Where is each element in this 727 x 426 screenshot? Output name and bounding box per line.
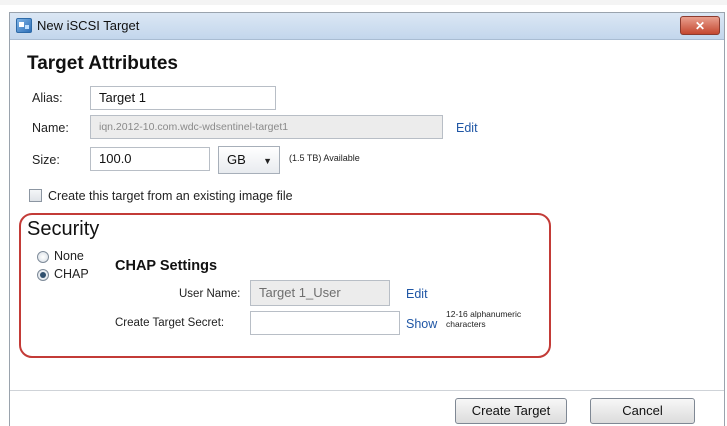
title-bar[interactable]: New iSCSI Target ✕ — [10, 13, 724, 40]
size-input[interactable]: 100.0 — [90, 147, 210, 171]
name-field: iqn.2012-10.com.wdc-wdsentinel-target1 — [90, 115, 443, 139]
show-secret-link[interactable]: Show — [406, 317, 437, 331]
radio-none-label: None — [54, 249, 84, 263]
app-icon — [16, 18, 32, 33]
page-top-edge — [0, 0, 727, 5]
close-button[interactable]: ✕ — [680, 16, 720, 35]
radio-none[interactable] — [37, 251, 49, 263]
alias-label: Alias: — [32, 91, 63, 105]
create-target-button[interactable]: Create Target — [455, 398, 567, 424]
name-label: Name: — [32, 121, 69, 135]
from-image-label: Create this target from an existing imag… — [48, 189, 293, 203]
target-secret-label: Create Target Secret: — [115, 317, 225, 329]
target-attributes-heading: Target Attributes — [27, 53, 178, 74]
footer-divider — [10, 390, 724, 391]
window-title: New iSCSI Target — [37, 18, 140, 33]
alias-input[interactable]: Target 1 — [90, 86, 276, 110]
username-edit-link[interactable]: Edit — [406, 287, 428, 301]
target-secret-input[interactable] — [250, 311, 400, 335]
username-field: Target 1_User — [250, 280, 390, 306]
chap-settings-title: CHAP Settings — [115, 258, 218, 274]
from-image-checkbox[interactable] — [29, 189, 42, 202]
size-unit-select[interactable]: GB ▼ — [218, 146, 280, 174]
new-iscsi-target-dialog: New iSCSI Target ✕ Target Attributes Ali… — [9, 12, 725, 426]
cancel-button[interactable]: Cancel — [590, 398, 695, 424]
chevron-down-icon: ▼ — [263, 156, 272, 166]
secret-hint: 12-16 alphanumeric characters — [446, 309, 522, 329]
name-edit-link[interactable]: Edit — [456, 121, 478, 135]
size-unit-value: GB — [227, 152, 246, 167]
size-label: Size: — [32, 153, 60, 167]
radio-chap-label: CHAP — [54, 267, 89, 281]
available-space: (1.5 TB) Available — [289, 153, 360, 163]
radio-chap[interactable] — [37, 269, 49, 281]
security-title: Security — [27, 218, 100, 240]
username-label: User Name: — [179, 288, 241, 300]
